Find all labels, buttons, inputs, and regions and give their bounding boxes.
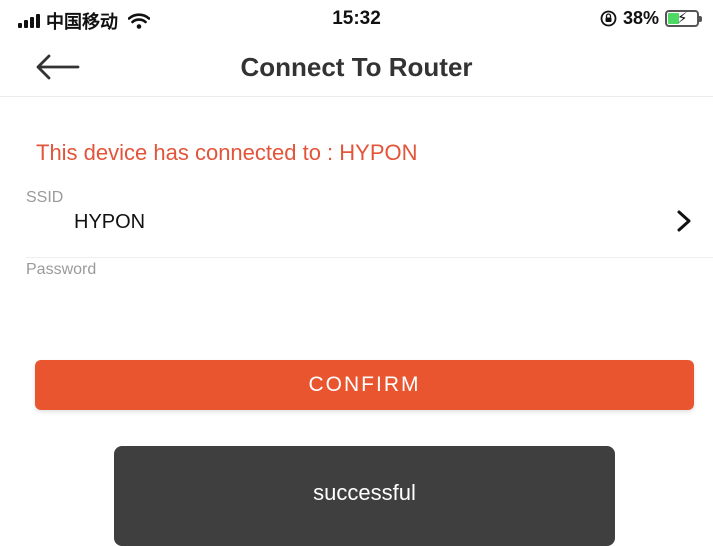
connection-status-message: This device has connected to : HYPON: [36, 140, 418, 165]
nav-bar: Connect To Router: [0, 40, 713, 97]
toast-message: successful: [313, 480, 416, 505]
divider: [26, 257, 713, 258]
status-bar: 中国移动 15:32 38% ⚡: [0, 0, 713, 40]
ssid-value[interactable]: HYPON: [74, 211, 145, 234]
battery-percent: 38%: [622, 8, 659, 28]
ssid-label: SSID: [26, 189, 64, 206]
toast: successful: [114, 446, 615, 546]
status-right: 38% ⚡: [600, 8, 702, 29]
chevron-right-icon[interactable]: [673, 208, 695, 234]
confirm-button[interactable]: CONFIRM: [35, 360, 694, 410]
page-title: Connect To Router: [240, 52, 473, 82]
battery-charging-icon: ⚡: [665, 10, 702, 27]
password-label: Password: [26, 261, 97, 278]
password-field[interactable]: [26, 285, 690, 327]
orientation-lock-icon: [600, 10, 617, 27]
